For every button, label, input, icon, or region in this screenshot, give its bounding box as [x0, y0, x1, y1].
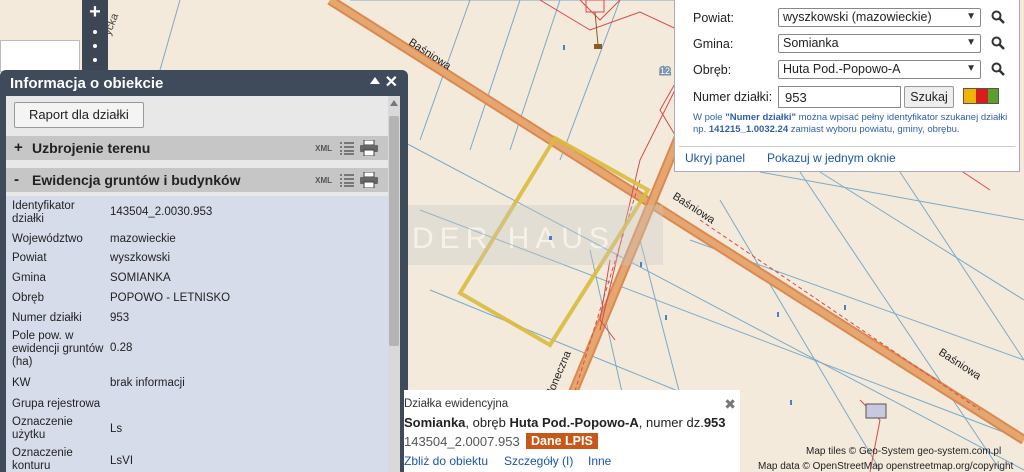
parcel-number-input[interactable]: 953 — [778, 86, 901, 108]
attr-label: Identyfikator działki — [12, 200, 75, 225]
attr-label: Gmina — [12, 272, 46, 284]
attr-label: Oznaczenie użytku — [12, 416, 73, 441]
hint-text: zamiast wyboru powiatu, gminy, obrębu. — [788, 124, 960, 135]
attr-value: 953 — [110, 312, 130, 324]
chevron-down-icon: ▼ — [966, 63, 976, 74]
divider — [679, 146, 1015, 147]
scroll-up-icon[interactable] — [390, 100, 398, 106]
single-window-link[interactable]: Pokazuj w jednym oknie — [767, 151, 896, 165]
attr-value: 0.28 — [110, 342, 133, 354]
expand-icon[interactable]: + — [14, 139, 23, 156]
popup-obreb: Huta Pod.-Popowo-A — [509, 415, 639, 430]
parcel-attributes-table: Identyfikator działki 143504_2.0030.953 … — [6, 196, 388, 472]
info-panel-header[interactable]: Informacja o obiekcie ✕ — [6, 70, 402, 96]
popup-sep: , numer dz. — [638, 415, 704, 430]
info-panel-body: Raport dla działki + Uzbrojenie terenu X… — [6, 96, 400, 472]
close-icon[interactable]: ✕ — [385, 72, 398, 92]
attr-value: POPOWO - LETNISKO — [110, 292, 231, 304]
map-tiles-attribution[interactable]: Map tiles © Geo-System geo-system.com.pl — [806, 446, 1001, 457]
attr-label: Numer działki — [12, 312, 82, 324]
scrollbar[interactable] — [388, 96, 400, 472]
powiat-select-value: wyszkowski (mazowieckie) — [783, 10, 932, 24]
attr-value: 143504_2.0030.953 — [110, 206, 213, 218]
collapse-icon[interactable] — [370, 77, 380, 84]
popup-gmina: Somianka — [404, 415, 466, 430]
print-icon[interactable] — [360, 172, 378, 188]
attr-value: wyszkowski — [110, 252, 171, 264]
zoom-level-dot[interactable] — [93, 30, 97, 34]
popup-subtitle: Działka ewidencyjna — [404, 398, 509, 410]
gmina-select-value: Somianka — [783, 36, 839, 50]
map-data-attribution[interactable]: Map data © OpenStreetMap openstreetmap.o… — [758, 461, 1013, 472]
popup-number: 953 — [703, 415, 726, 430]
attr-label: KW — [12, 377, 31, 389]
attr-value: SOMIANKA — [110, 272, 171, 284]
attr-label: Pole pow. w ewidencji gruntów (ha) — [12, 330, 104, 368]
swatch-green[interactable] — [988, 89, 998, 103]
attr-value: Ls — [110, 423, 123, 435]
scroll-thumb[interactable] — [389, 116, 399, 346]
hint-example-id: 141215_1.0032.24 — [708, 124, 789, 135]
lpis-data-button[interactable]: Dane LPIS — [526, 433, 598, 449]
attr-value: brak informacji — [110, 377, 185, 389]
details-link[interactable]: Szczegóły (I) — [504, 454, 573, 468]
zoom-level-dot[interactable] — [93, 44, 97, 48]
obreb-label: Obręb: — [693, 63, 732, 77]
search-icon[interactable] — [991, 62, 1005, 76]
popup-sep: , obręb — [465, 415, 510, 430]
popup-parcel-id: 143504_2.0007.953 — [404, 434, 520, 449]
attr-label: Powiat — [12, 252, 47, 264]
swatch-red[interactable] — [976, 89, 988, 103]
section-land-registry[interactable]: - Ewidencja gruntów i budynków XML — [6, 168, 388, 192]
object-info-panel: Informacja o obiekcie ✕ Raport dla dział… — [0, 70, 408, 472]
chevron-down-icon: ▼ — [966, 11, 976, 22]
list-icon[interactable] — [340, 173, 354, 187]
attr-value: mazowieckie — [110, 233, 176, 245]
powiat-label: Powiat: — [693, 11, 734, 25]
attr-label: Grupa rejestrowa — [12, 398, 101, 410]
info-panel-title: Informacja o obiekcie — [10, 75, 164, 92]
watermark-text: LIDER HAUS — [375, 222, 615, 255]
section-title: Ewidencja gruntów i budynków — [32, 172, 241, 188]
chevron-down-icon: ▼ — [966, 37, 976, 48]
attr-label: Obręb — [12, 292, 44, 304]
left-panel-sliver — [0, 40, 80, 72]
zoom-to-object-link[interactable]: Zbliż do obiektu — [404, 454, 488, 468]
swatch-yellow[interactable] — [964, 89, 976, 103]
xml-icon[interactable]: XML — [315, 144, 332, 153]
xml-icon[interactable]: XML — [315, 176, 332, 185]
map-marker-label: 12 — [660, 66, 670, 76]
gmina-select[interactable]: Somianka ▼ — [778, 34, 981, 53]
zoom-control: + — [82, 0, 108, 72]
hide-panel-link[interactable]: Ukryj panel — [685, 151, 745, 165]
other-link[interactable]: Inne — [588, 454, 611, 468]
obreb-select[interactable]: Huta Pod.-Popowo-A ▼ — [778, 60, 981, 79]
color-swatches[interactable] — [963, 88, 999, 104]
hint-field-name: "Numer działki" — [725, 112, 796, 123]
section-title: Uzbrojenie terenu — [32, 140, 151, 156]
search-button[interactable]: Szukaj — [904, 86, 954, 108]
search-hint: W pole "Numer działki" można wpisać pełn… — [693, 112, 1013, 136]
print-icon[interactable] — [360, 140, 378, 156]
search-icon[interactable] — [991, 10, 1005, 24]
popup-parcel-description: Somianka, obręb Huta Pod.-Popowo-A, nume… — [404, 415, 726, 430]
attr-value: LsVI — [110, 455, 134, 467]
section-utilities[interactable]: + Uzbrojenie terenu XML — [6, 136, 388, 160]
attr-label: Oznaczenie konturu — [12, 447, 73, 472]
zoom-level-dot[interactable] — [93, 58, 97, 62]
parcel-report-button[interactable]: Raport dla działki — [14, 102, 144, 128]
zoom-in-button[interactable]: + — [86, 2, 104, 22]
gmina-label: Gmina: — [693, 37, 734, 51]
search-icon[interactable] — [991, 36, 1005, 50]
parcel-search-panel: Powiat: wyszkowski (mazowieckie) ▼ Gmina… — [674, 0, 1020, 172]
parcel-popup: Działka ewidencyjna ✖ Somianka, obręb Hu… — [404, 390, 740, 472]
close-icon[interactable]: ✖ — [724, 396, 736, 413]
list-icon[interactable] — [340, 141, 354, 155]
collapse-section-icon[interactable]: - — [14, 171, 19, 188]
parcel-number-label: Numer działki: — [693, 90, 773, 104]
obreb-select-value: Huta Pod.-Popowo-A — [783, 62, 901, 76]
hint-text: W pole — [693, 112, 726, 123]
attr-label: Województwo — [12, 233, 83, 245]
powiat-select[interactable]: wyszkowski (mazowieckie) ▼ — [778, 8, 981, 27]
